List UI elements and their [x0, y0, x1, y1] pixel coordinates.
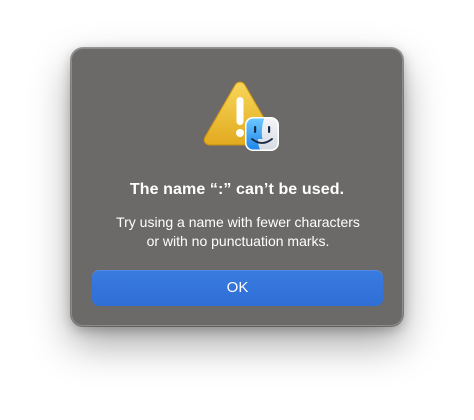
alert-dialog: The name “:” can’t be used. Try using a …	[71, 48, 403, 326]
screen: The name “:” can’t be used. Try using a …	[0, 0, 474, 420]
caution-icon	[203, 81, 279, 151]
alert-title: The name “:” can’t be used.	[129, 181, 345, 198]
alert-message-line-1: Try using a name with fewer characters	[116, 214, 360, 230]
ok-button[interactable]: OK	[92, 270, 383, 306]
alert-message-line-2: or with no punctuation marks.	[146, 233, 330, 249]
finder-icon	[245, 117, 279, 151]
alert-message: Try using a name with fewer characters o…	[82, 213, 394, 251]
alert-icon-group	[201, 81, 281, 153]
